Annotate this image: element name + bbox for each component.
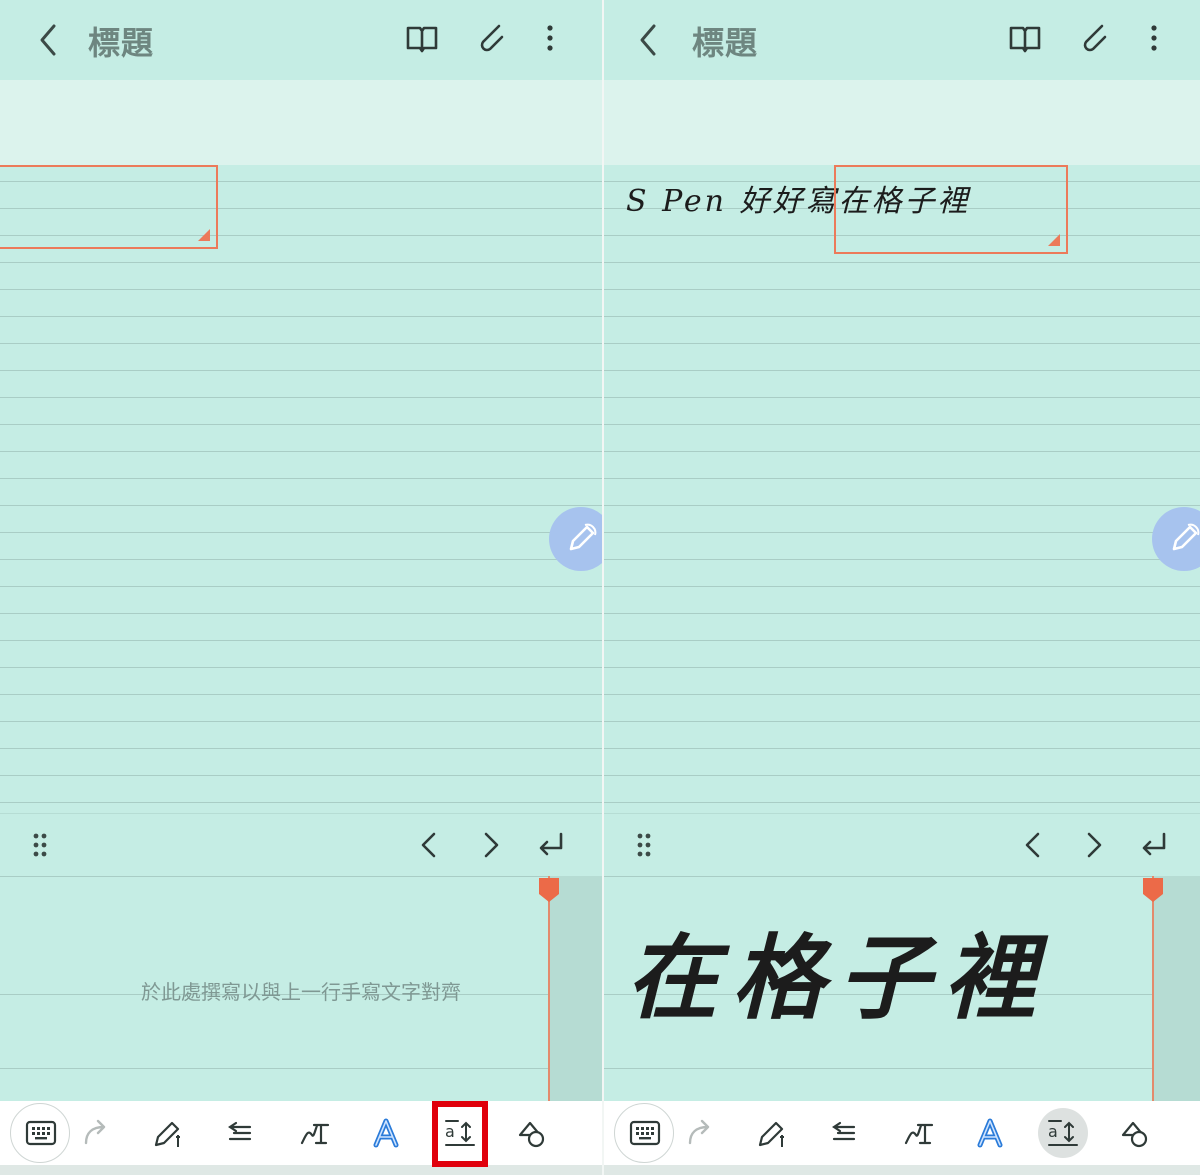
pen-to-text-icon [300, 1123, 330, 1145]
svg-text:a: a [1048, 1122, 1058, 1141]
keyboard-icon [629, 1120, 661, 1146]
pen-icon [758, 1121, 784, 1147]
handwriting-panel: 在格子裡 [604, 813, 1200, 1102]
text-style-button[interactable] [362, 1109, 410, 1157]
handwriting-panel: 於此處撰寫以與上一行手寫文字對齊 [0, 813, 602, 1102]
attachment-icon[interactable] [1074, 18, 1114, 58]
shape-icon [518, 1121, 545, 1148]
writing-target-box[interactable] [834, 165, 1068, 254]
text-align-icon: a [1048, 1120, 1078, 1146]
note-canvas[interactable] [604, 165, 1200, 813]
keyboard-icon [25, 1120, 57, 1146]
cursor-marker-icon[interactable] [539, 878, 559, 902]
resize-handle[interactable] [1048, 234, 1060, 246]
drag-handle-icon[interactable] [636, 832, 652, 858]
pen-wifi-icon [569, 523, 597, 551]
text-style-icon [373, 1118, 399, 1148]
app-bar: 標題 [604, 0, 1200, 80]
attachment-icon[interactable] [471, 18, 511, 58]
enter-icon[interactable] [1139, 830, 1169, 860]
margin-zone [1154, 876, 1200, 1102]
highlight-box [432, 1101, 488, 1167]
redo-icon [688, 1119, 710, 1145]
writing-target-box[interactable] [0, 165, 218, 249]
text-style-button[interactable] [966, 1109, 1014, 1157]
enter-icon[interactable] [536, 830, 566, 860]
title-area[interactable] [604, 80, 1200, 165]
next-icon[interactable] [476, 830, 506, 860]
redo-button[interactable] [72, 1109, 120, 1157]
align-icon [228, 1121, 252, 1141]
drag-handle-icon[interactable] [32, 832, 48, 858]
pen-to-text-button[interactable] [290, 1109, 338, 1157]
left-screen: 標題 於此處撰寫以與上一行手寫文字對齊 a [0, 0, 602, 1175]
handwriting-toolbar [604, 814, 1200, 876]
more-options-icon[interactable] [530, 18, 570, 58]
more-options-icon[interactable] [1134, 18, 1174, 58]
pen-to-text-icon [904, 1123, 934, 1145]
redo-icon [84, 1119, 106, 1145]
shape-icon [1121, 1121, 1148, 1148]
pen-wifi-icon [1172, 523, 1200, 551]
redo-button[interactable] [676, 1109, 724, 1157]
keyboard-button[interactable] [614, 1103, 674, 1163]
title-area[interactable] [0, 80, 602, 165]
keyboard-button[interactable] [10, 1103, 70, 1163]
next-icon[interactable] [1079, 830, 1109, 860]
cursor-marker-icon[interactable] [1143, 878, 1163, 902]
handwriting-area[interactable]: 在格子裡 [604, 876, 1200, 1102]
handwriting-area[interactable]: 於此處撰寫以與上一行手寫文字對齊 [0, 876, 602, 1102]
back-icon[interactable] [34, 20, 64, 60]
book-icon[interactable] [402, 18, 442, 58]
align-lines-button[interactable] [820, 1109, 868, 1157]
app-bar: 標題 [0, 0, 602, 80]
previous-icon[interactable] [1018, 830, 1048, 860]
previous-icon[interactable] [414, 830, 444, 860]
note-canvas[interactable] [0, 165, 602, 813]
pen-button[interactable] [748, 1109, 796, 1157]
resize-handle[interactable] [198, 229, 210, 241]
align-lines-button[interactable] [216, 1109, 264, 1157]
align-icon [832, 1121, 856, 1141]
page-title[interactable]: 標題 [88, 18, 154, 64]
pen-icon [154, 1121, 180, 1147]
page-title[interactable]: 標題 [692, 18, 758, 64]
nav-strip [604, 1165, 1200, 1175]
text-style-icon [977, 1118, 1003, 1148]
pen-to-text-button[interactable] [894, 1109, 942, 1157]
handwriting-toolbar [0, 814, 602, 876]
pen-toolbar: a [604, 1101, 1200, 1165]
shape-button[interactable] [1111, 1109, 1159, 1157]
handwritten-large-text: 在格子裡 [626, 924, 1051, 1032]
back-icon[interactable] [634, 20, 664, 60]
right-screen: 標題 S Pen 好好寫在格子裡 在格子裡 a [604, 0, 1200, 1175]
pen-toolbar: a [0, 1101, 602, 1165]
handwriting-hint: 於此處撰寫以與上一行手寫文字對齊 [141, 980, 461, 1004]
nav-strip [0, 1165, 602, 1175]
writing-cursor [1152, 876, 1154, 1102]
book-icon[interactable] [1005, 18, 1045, 58]
shape-button[interactable] [508, 1109, 556, 1157]
text-align-button[interactable]: a [1039, 1109, 1087, 1157]
pen-button[interactable] [144, 1109, 192, 1157]
